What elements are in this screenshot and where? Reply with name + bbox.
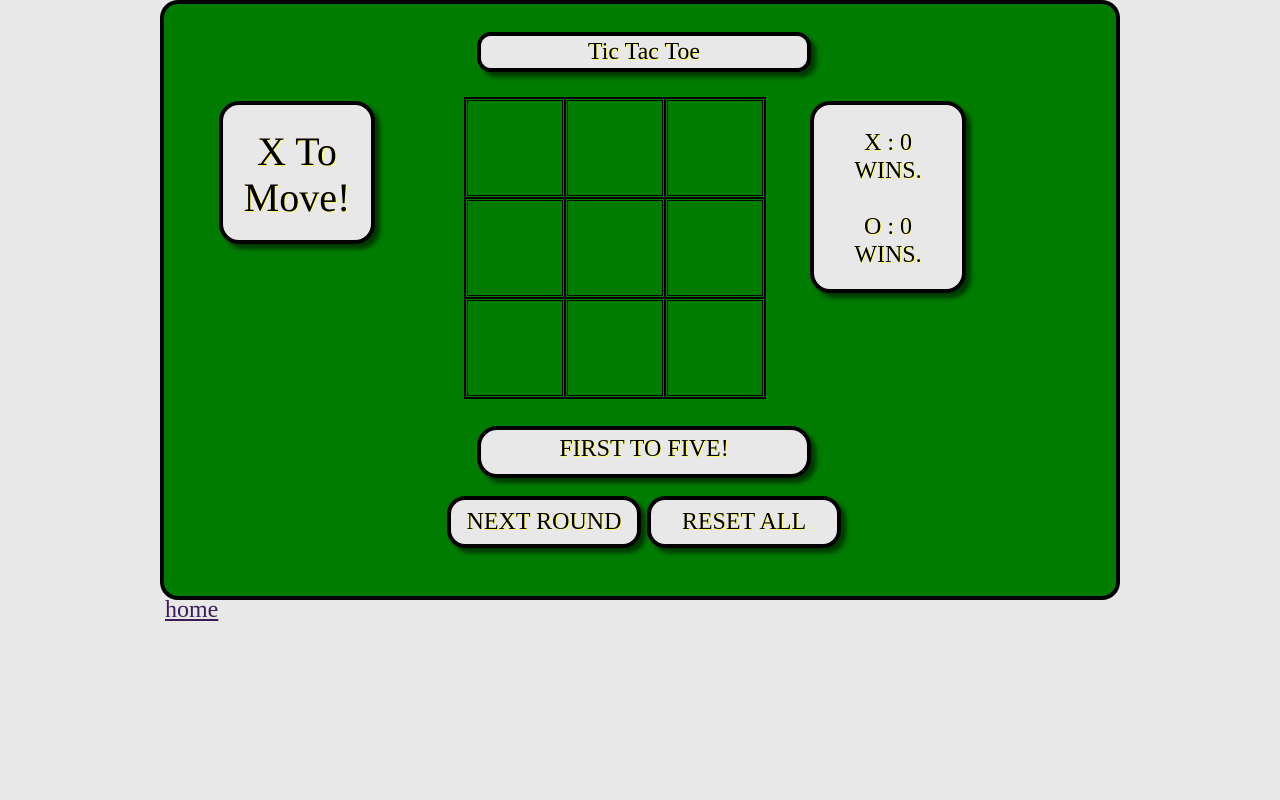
o-wins-label: WINS. [854, 242, 922, 268]
home-link[interactable]: home [165, 597, 218, 624]
x-score: X : 0 [864, 130, 912, 156]
tic-tac-toe-grid [464, 97, 766, 399]
grid-cell-5[interactable] [565, 198, 665, 298]
score-spacer [814, 185, 962, 213]
scoreboard: X : 0 WINS. O : 0 WINS. [810, 101, 966, 293]
grid-cell-6[interactable] [665, 198, 765, 298]
turn-status-box: X To Move! [219, 101, 375, 244]
game-board-panel: Tic Tac Toe X To Move! X : 0 WINS. O : 0… [160, 0, 1120, 600]
grid-cell-9[interactable] [665, 298, 765, 398]
x-wins-label: WINS. [854, 158, 922, 184]
reset-all-button[interactable]: RESET ALL [647, 496, 841, 548]
grid-cell-8[interactable] [565, 298, 665, 398]
next-round-button[interactable]: NEXT ROUND [447, 496, 641, 548]
grid-cell-2[interactable] [565, 98, 665, 198]
o-score: O : 0 [864, 214, 912, 240]
grid-cell-4[interactable] [465, 198, 565, 298]
turn-status-line-2: Move! [243, 175, 351, 220]
grid-cell-7[interactable] [465, 298, 565, 398]
game-title: Tic Tac Toe [477, 32, 811, 72]
match-goal-banner: FIRST TO FIVE! [477, 426, 811, 478]
grid-cell-1[interactable] [465, 98, 565, 198]
grid-cell-3[interactable] [665, 98, 765, 198]
turn-status-line-1: X To [257, 129, 337, 174]
